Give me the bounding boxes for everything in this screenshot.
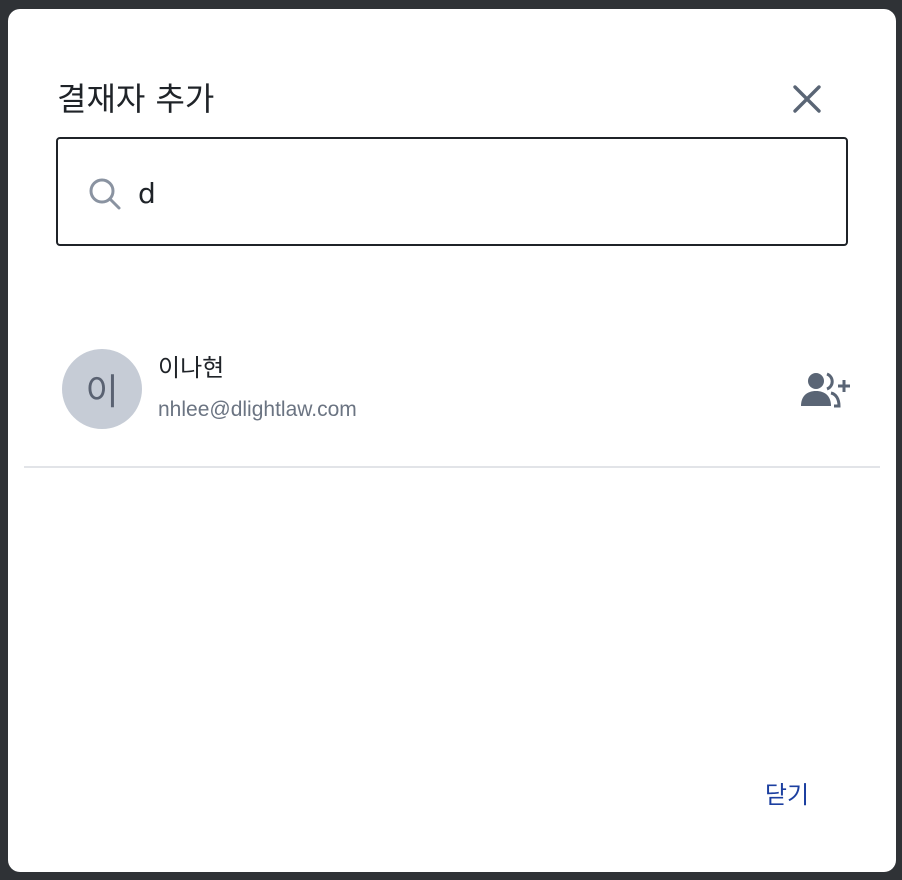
search-field[interactable] bbox=[56, 137, 848, 246]
close-dialog-button[interactable] bbox=[786, 78, 828, 120]
avatar: 이 bbox=[62, 349, 142, 429]
search-input[interactable] bbox=[138, 169, 818, 217]
user-email: nhlee@dlightlaw.com bbox=[158, 398, 357, 421]
add-user-icon bbox=[801, 372, 850, 408]
list-item[interactable]: 이 이나현 nhlee@dlightlaw.com bbox=[24, 329, 880, 468]
add-approver-button[interactable] bbox=[797, 369, 853, 411]
close-icon bbox=[793, 85, 821, 113]
user-name: 이나현 bbox=[158, 354, 225, 382]
close-button[interactable]: 닫기 bbox=[752, 771, 822, 813]
add-approver-dialog: 결재자 추가 이 이나현 nhlee@dlightlaw.com bbox=[8, 9, 896, 872]
dialog-title: 결재자 추가 bbox=[57, 80, 215, 118]
search-icon bbox=[89, 178, 121, 210]
